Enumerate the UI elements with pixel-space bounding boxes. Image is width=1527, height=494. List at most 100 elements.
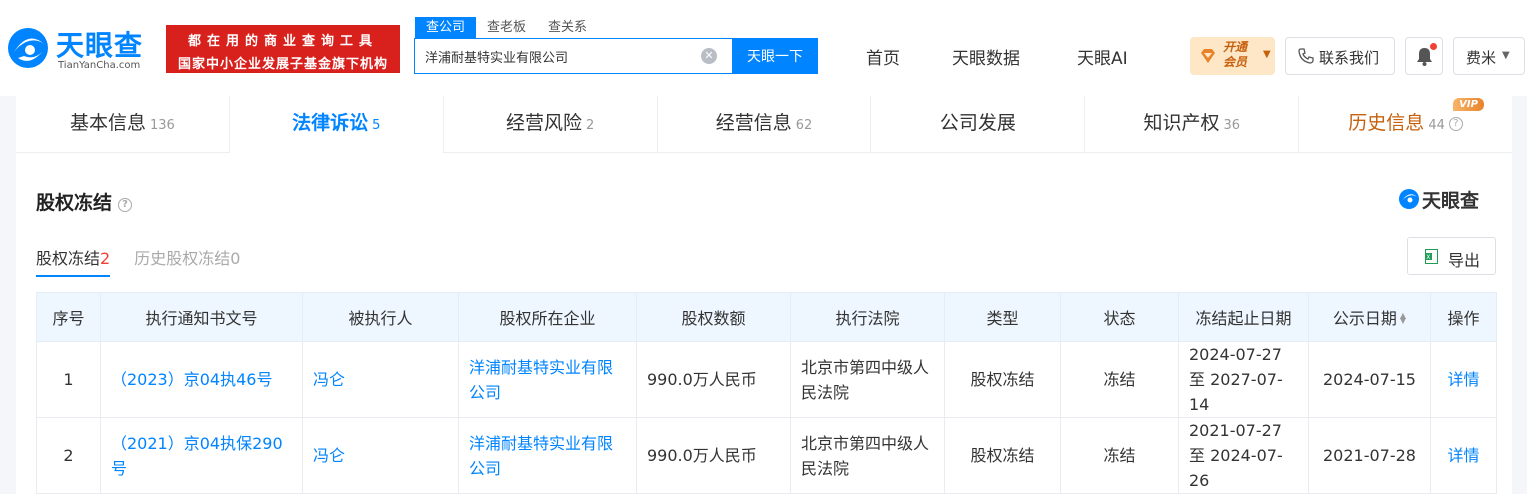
nav-ai[interactable]: 天眼AI xyxy=(1077,44,1128,69)
vip-label-line2: 会员 xyxy=(1223,55,1248,69)
sort-icon[interactable]: ▲ ▼ xyxy=(1400,312,1406,325)
brand-text: 天眼查 xyxy=(1422,190,1480,212)
cell-amount: 990.0万人民币 xyxy=(636,341,791,418)
cell-company-link[interactable]: 洋浦耐基特实业有限公司 xyxy=(458,341,637,418)
clear-icon[interactable]: ✕ xyxy=(701,48,717,64)
sub-tab-count: 0 xyxy=(230,249,241,268)
sub-tab-equity-freeze[interactable]: 股权冻结2 xyxy=(36,245,111,277)
nav-data[interactable]: 天眼数据 xyxy=(952,44,1020,69)
search-tab-boss[interactable]: 查老板 xyxy=(476,17,537,39)
cell-freeze-range: 2024-07-27 至 2027-07-14 xyxy=(1178,341,1309,418)
col-header-sortable[interactable]: 公示日期 ▲ ▼ xyxy=(1308,292,1431,342)
user-menu-button[interactable]: 费米 ▼ xyxy=(1453,37,1525,75)
cell-type: 股权冻结 xyxy=(944,417,1061,494)
tab-intellectual-property[interactable]: 知识产权 36 xyxy=(1085,96,1300,153)
tab-basic-info[interactable]: 基本信息 136 xyxy=(16,96,230,153)
table-row: 2 （2021）京04执保290号 冯仑 洋浦耐基特实业有限公司 990.0万人… xyxy=(36,417,1497,494)
tab-label: 基本信息 xyxy=(70,112,147,134)
cell-status: 冻结 xyxy=(1060,341,1179,418)
top-header: 天眼查 TianYanCha.com 都在用的商业查询工具 国家中小企业发展子基… xyxy=(0,0,1527,96)
brand-watermark: 天眼查 xyxy=(1398,186,1496,214)
cell-doc-link[interactable]: （2021）京04执保290号 xyxy=(100,417,303,494)
export-label: 导出 xyxy=(1448,251,1481,270)
detail-link[interactable]: 详情 xyxy=(1430,341,1497,418)
freeze-sub-tabs: 股权冻结2 历史股权冻结0 xyxy=(36,245,264,277)
table-header-row: 序号 执行通知书文号 被执行人 股权所在企业 股权数额 执行法院 类型 状态 冻… xyxy=(36,292,1497,342)
user-name: 费米 xyxy=(1466,49,1497,67)
section-title-text: 股权冻结 xyxy=(36,192,113,214)
tab-label: 法律诉讼 xyxy=(292,112,369,134)
contact-us-label: 联系我们 xyxy=(1319,49,1380,67)
svg-text:X: X xyxy=(1426,254,1430,261)
tab-label: 历史信息 xyxy=(1348,112,1425,134)
banner-line1: 都在用的商业查询工具 xyxy=(187,34,378,49)
banner-line2: 国家中小企业发展子基金旗下机构 xyxy=(177,57,388,72)
export-button[interactable]: X 导出 xyxy=(1407,237,1496,275)
nav-home[interactable]: 首页 xyxy=(866,44,900,69)
tab-business-info[interactable]: 经营信息 62 xyxy=(658,96,872,153)
tab-label: 经营信息 xyxy=(715,112,792,134)
company-main-tabs: 基本信息 136 法律诉讼 5 经营风险 2 经营信息 62 公司发展 知识产权 36 历… xyxy=(16,96,1512,153)
notifications-button[interactable] xyxy=(1405,37,1443,75)
cell-court: 北京市第四中级人民法院 xyxy=(790,417,945,494)
tab-business-risk[interactable]: 经营风险 2 xyxy=(444,96,658,153)
tab-count: 2 xyxy=(586,118,595,133)
col-header: 股权数额 xyxy=(636,292,791,342)
sub-tab-label: 股权冻结 xyxy=(36,249,101,268)
chevron-down-icon: ▼ xyxy=(1502,50,1510,61)
sub-tab-label: 历史股权冻结 xyxy=(134,249,231,268)
promo-banner[interactable]: 都在用的商业查询工具 国家中小企业发展子基金旗下机构 xyxy=(166,25,400,73)
vip-badge: VIP xyxy=(1453,98,1484,111)
tab-count: 36 xyxy=(1223,118,1240,133)
col-header: 被执行人 xyxy=(302,292,459,342)
tab-company-development[interactable]: 公司发展 xyxy=(871,96,1086,153)
tab-label: 公司发展 xyxy=(939,112,1016,134)
cell-person-link[interactable]: 冯仑 xyxy=(302,417,459,494)
search-tab-company[interactable]: 查公司 xyxy=(415,17,477,39)
equity-freeze-table: 序号 执行通知书文号 被执行人 股权所在企业 股权数额 执行法院 类型 状态 冻… xyxy=(36,292,1497,494)
cell-company-link[interactable]: 洋浦耐基特实业有限公司 xyxy=(458,417,637,494)
cell-amount: 990.0万人民币 xyxy=(636,417,791,494)
tab-legal-litigation[interactable]: 法律诉讼 5 xyxy=(229,96,444,153)
cell-freeze-range: 2021-07-27 至 2024-07-26 xyxy=(1178,417,1309,494)
cell-no: 2 xyxy=(36,417,101,494)
sub-tab-history-equity-freeze[interactable]: 历史股权冻结0 xyxy=(134,245,240,277)
tab-label: 经营风险 xyxy=(506,112,583,134)
phone-icon xyxy=(1298,48,1314,64)
cell-publish-date: 2021-07-28 xyxy=(1308,417,1431,494)
diamond-icon xyxy=(1201,49,1215,63)
col-header-label: 公示日期 xyxy=(1332,309,1397,328)
eye-logo-icon xyxy=(1399,189,1419,209)
vip-label-line1: 开通 xyxy=(1223,40,1248,54)
col-header: 股权所在企业 xyxy=(458,292,637,342)
open-vip-button[interactable]: 开通 会员 ▼ xyxy=(1190,37,1275,75)
eye-logo-icon xyxy=(8,28,48,68)
tab-count: 44 xyxy=(1428,118,1445,133)
tianyancha-logo[interactable]: 天眼查 TianYanCha.com xyxy=(6,22,158,76)
cell-publish-date: 2024-07-15 xyxy=(1308,341,1431,418)
col-header: 冻结起止日期 xyxy=(1178,292,1309,342)
search-tab-relation[interactable]: 查关系 xyxy=(537,17,598,39)
search-input[interactable] xyxy=(415,39,731,73)
col-header: 类型 xyxy=(944,292,1061,342)
contact-us-button[interactable]: 联系我们 xyxy=(1285,37,1395,75)
cell-status: 冻结 xyxy=(1060,417,1179,494)
logo-domain: TianYanCha.com xyxy=(58,60,141,71)
notification-dot xyxy=(1430,43,1437,50)
sub-tab-count: 2 xyxy=(100,249,111,268)
cell-type: 股权冻结 xyxy=(944,341,1061,418)
cell-doc-link[interactable]: （2023）京04执46号 xyxy=(100,341,303,418)
equity-freeze-section: 股权冻结? 天眼查 股权冻结2 历史股权冻结0 X 导出 序号 执行通知书文号 … xyxy=(16,153,1512,494)
cell-person-link[interactable]: 冯仑 xyxy=(302,341,459,418)
tab-history-info[interactable]: 历史信息 44? VIP xyxy=(1299,96,1512,153)
cell-no: 1 xyxy=(36,341,101,418)
bell-icon xyxy=(1417,48,1432,66)
col-header: 执行通知书文号 xyxy=(100,292,303,342)
tab-count: 5 xyxy=(372,118,381,133)
help-icon[interactable]: ? xyxy=(118,198,133,212)
search-button[interactable]: 天眼一下 xyxy=(732,38,818,74)
tab-count: 136 xyxy=(150,118,175,133)
col-header: 执行法院 xyxy=(790,292,945,342)
help-icon[interactable]: ? xyxy=(1448,116,1463,131)
detail-link[interactable]: 详情 xyxy=(1430,417,1497,494)
